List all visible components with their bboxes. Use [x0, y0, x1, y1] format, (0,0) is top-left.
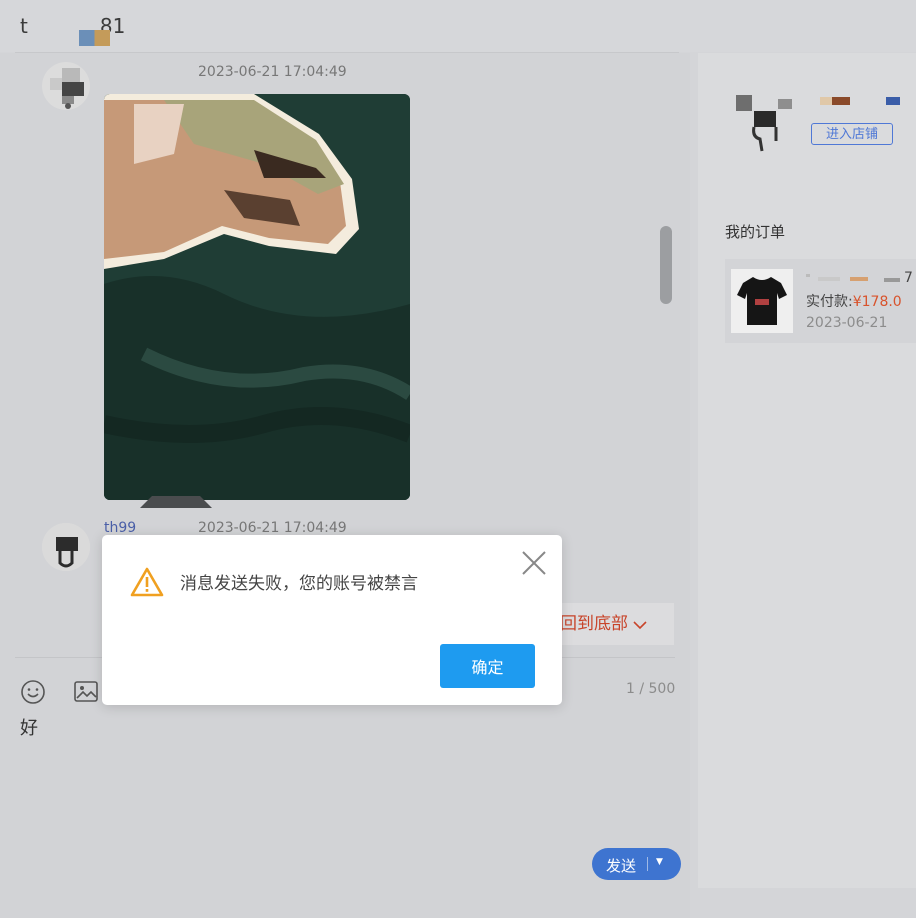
image-message[interactable]	[104, 94, 410, 500]
order-thumbnail	[731, 269, 793, 333]
dialog-message: 消息发送失败，您的账号被禁言	[180, 574, 418, 594]
paid-label: 实付款:	[806, 294, 853, 310]
avatar[interactable]	[42, 62, 90, 110]
message-sender[interactable]: th99	[104, 520, 136, 536]
chat-panel: 2023-06-21 17:04:49 th99 2023-06-21 17:0…	[0, 53, 690, 918]
order-price: ¥178.0	[852, 294, 902, 310]
char-counter: 1 / 500	[626, 681, 676, 697]
send-button[interactable]: 发送 ▼	[592, 848, 681, 880]
warning-icon	[130, 567, 164, 597]
close-icon[interactable]	[520, 549, 548, 577]
order-name-suffix: 7	[904, 270, 913, 284]
image-tail	[140, 496, 212, 508]
title-blur-mask	[79, 30, 110, 46]
order-name-mask: 7	[806, 269, 916, 286]
shop-logo	[736, 95, 792, 152]
orders-title: 我的订单	[725, 223, 786, 241]
emoji-icon[interactable]	[20, 679, 46, 705]
confirm-button[interactable]: 确定	[440, 644, 535, 688]
message-time: 2023-06-21 17:04:49	[198, 520, 347, 536]
chevron-down-icon	[633, 604, 647, 630]
chat-header: t 81	[0, 0, 916, 52]
order-sidebar: 进入店铺 我的订单 7 实付款:¥178.0 2023-06-21	[698, 53, 916, 888]
shop-name-mask	[886, 97, 900, 105]
avatar[interactable]	[42, 523, 90, 571]
message-input[interactable]: 好	[20, 714, 38, 740]
order-date: 2023-06-21	[806, 315, 888, 331]
order-card[interactable]: 7 实付款:¥178.0 2023-06-21	[725, 259, 916, 343]
back-to-bottom-label: 回到底部	[560, 614, 628, 634]
error-dialog: 消息发送失败，您的账号被禁言 确定	[102, 535, 562, 705]
enter-shop-button[interactable]: 进入店铺	[811, 123, 893, 145]
scrollbar-thumb[interactable]	[660, 226, 672, 304]
order-paid: 实付款:¥178.0	[806, 291, 902, 311]
shop-name-mask	[820, 97, 850, 105]
message-time: 2023-06-21 17:04:49	[198, 64, 347, 80]
caret-down-icon[interactable]: ▼	[656, 857, 663, 867]
image-upload-icon[interactable]	[73, 679, 99, 705]
send-separator	[647, 857, 648, 871]
send-label: 发送	[606, 857, 637, 875]
